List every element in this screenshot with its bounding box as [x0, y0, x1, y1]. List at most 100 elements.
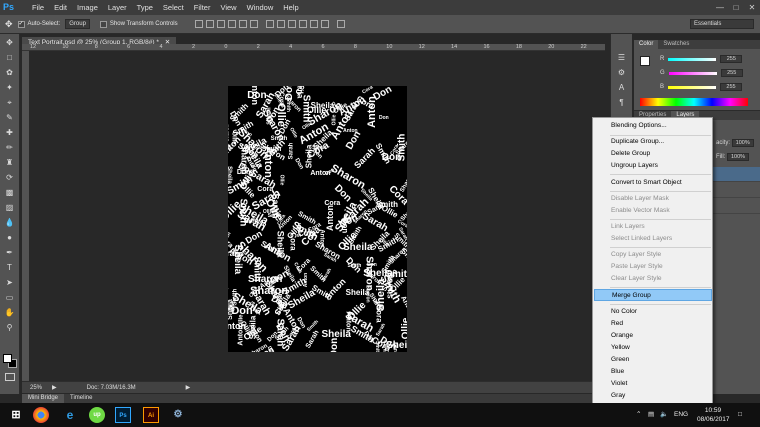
share-icon[interactable]: ▶	[52, 384, 57, 391]
path-select-tool-icon[interactable]: ➤	[3, 277, 17, 289]
workspace-dropdown[interactable]: Essentials	[690, 19, 754, 29]
menu-window[interactable]: Window	[242, 0, 279, 15]
eyedropper-tool-icon[interactable]: ✎	[3, 112, 17, 124]
menu-blending-options[interactable]: Blending Options...	[594, 120, 712, 132]
menu-color-orange[interactable]: Orange	[594, 330, 712, 342]
color-spectrum[interactable]	[640, 98, 748, 106]
fill-control[interactable]: Fill: 100%	[716, 153, 750, 161]
crop-tool-icon[interactable]: ⌖	[3, 97, 17, 109]
document-canvas[interactable]: Sarah Ollie Anton Don Don Sarah Sharon Don Anton…	[228, 86, 407, 352]
character-panel-icon[interactable]: A	[615, 82, 629, 94]
foreground-color-swatch[interactable]	[3, 354, 12, 363]
align-top-icon[interactable]	[194, 20, 203, 28]
tab-timeline[interactable]: Timeline	[64, 394, 98, 403]
align-center-icon[interactable]	[238, 20, 247, 28]
distribute-center-icon[interactable]	[309, 20, 318, 28]
brush-tool-icon[interactable]: ✏	[3, 142, 17, 154]
menu-color-yellow[interactable]: Yellow	[594, 342, 712, 354]
properties-panel-icon[interactable]: ⚙	[615, 67, 629, 79]
type-tool-icon[interactable]: T	[3, 262, 17, 274]
pen-tool-icon[interactable]: ✒	[3, 247, 17, 259]
blur-tool-icon[interactable]: 💧	[3, 217, 17, 229]
history-brush-icon[interactable]: ⟳	[3, 172, 17, 184]
menu-ungroup-layers[interactable]: Ungroup Layers	[594, 160, 712, 172]
auto-select-dropdown[interactable]: Group	[65, 19, 90, 29]
marquee-tool-icon[interactable]: □	[3, 52, 17, 64]
opacity-control[interactable]: acity: 100%	[716, 139, 754, 147]
menu-link-layers[interactable]: Link Layers	[594, 221, 712, 233]
menu-color-red[interactable]: Red	[594, 318, 712, 330]
auto-select-checkbox[interactable]: ✓ Auto-Select:	[17, 20, 60, 28]
green-value[interactable]: 255	[720, 69, 743, 77]
notifications-icon[interactable]: □	[738, 403, 742, 427]
opacity-value[interactable]: 100%	[731, 139, 754, 147]
move-tool-icon[interactable]: ✥	[5, 19, 13, 30]
red-slider[interactable]	[668, 57, 717, 61]
menu-select-linked-layers[interactable]: Select Linked Layers	[594, 233, 712, 245]
tab-mini-bridge[interactable]: Mini Bridge	[22, 394, 65, 403]
menu-image[interactable]: Image	[72, 0, 103, 15]
menu-color-gray[interactable]: Gray	[594, 390, 712, 402]
menu-color-blue[interactable]: Blue	[594, 366, 712, 378]
windows-start-icon[interactable]: ⊞	[8, 407, 24, 423]
red-value[interactable]: 255	[720, 55, 743, 63]
tray-up-icon[interactable]: ⌃	[636, 403, 641, 427]
auto-align-icon[interactable]	[336, 20, 345, 28]
edge-icon[interactable]: e	[62, 407, 78, 423]
photoshop-taskbar-icon[interactable]: Ps	[115, 407, 131, 423]
upwork-icon[interactable]: up	[89, 407, 105, 423]
distribute-left-icon[interactable]	[298, 20, 307, 28]
menu-edit[interactable]: Edit	[49, 0, 72, 15]
blue-value[interactable]: 255	[720, 83, 743, 91]
minimize-icon[interactable]: —	[712, 0, 728, 15]
shape-tool-icon[interactable]: ▭	[3, 292, 17, 304]
menu-select[interactable]: Select	[158, 0, 189, 15]
menu-color-green[interactable]: Green	[594, 354, 712, 366]
align-left-icon[interactable]	[227, 20, 236, 28]
menu-color-none[interactable]: No Color	[594, 306, 712, 318]
blue-slider[interactable]	[668, 85, 717, 89]
volume-icon[interactable]: 🔈	[660, 403, 668, 427]
menu-file[interactable]: File	[27, 0, 49, 15]
menu-filter[interactable]: Filter	[189, 0, 216, 15]
quick-select-tool-icon[interactable]: ✦	[3, 82, 17, 94]
menu-layer[interactable]: Layer	[103, 0, 132, 15]
tab-color[interactable]: Color	[634, 40, 659, 49]
menu-disable-layer-mask[interactable]: Disable Layer Mask	[594, 193, 712, 205]
zoom-tool-icon[interactable]: ⚲	[3, 322, 17, 334]
zoom-level[interactable]: 25%	[30, 385, 48, 391]
menu-copy-layer-style[interactable]: Copy Layer Style	[594, 249, 712, 261]
menu-color-violet[interactable]: Violet	[594, 378, 712, 390]
menu-paste-layer-style[interactable]: Paste Layer Style	[594, 261, 712, 273]
menu-merge-group[interactable]: Merge Group	[594, 289, 712, 301]
steam-icon[interactable]: ⚙	[170, 407, 186, 423]
paragraph-panel-icon[interactable]: ¶	[615, 97, 629, 109]
history-panel-icon[interactable]: ☰	[615, 52, 629, 64]
clock[interactable]: 10:59 08/06/2017	[697, 406, 730, 424]
menu-help[interactable]: Help	[278, 0, 303, 15]
quick-mask-icon[interactable]	[5, 373, 15, 381]
move-tool-icon[interactable]: ✥	[3, 37, 17, 49]
menu-type[interactable]: Type	[132, 0, 158, 15]
gradient-tool-icon[interactable]: ▨	[3, 202, 17, 214]
fill-value[interactable]: 100%	[727, 153, 750, 161]
menu-duplicate-group[interactable]: Duplicate Group...	[594, 136, 712, 148]
align-middle-icon[interactable]	[205, 20, 214, 28]
align-right-icon[interactable]	[249, 20, 258, 28]
network-icon[interactable]: ▤	[648, 403, 654, 427]
menu-clear-layer-style[interactable]: Clear Layer Style	[594, 273, 712, 285]
eraser-tool-icon[interactable]: ▩	[3, 187, 17, 199]
distribute-top-icon[interactable]	[265, 20, 274, 28]
illustrator-taskbar-icon[interactable]: Ai	[143, 407, 159, 423]
menu-enable-vector-mask[interactable]: Enable Vector Mask	[594, 205, 712, 217]
green-slider[interactable]	[668, 71, 717, 75]
align-bottom-icon[interactable]	[216, 20, 225, 28]
healing-tool-icon[interactable]: ✚	[3, 127, 17, 139]
distribute-middle-icon[interactable]	[276, 20, 285, 28]
close-icon[interactable]: ✕	[744, 0, 760, 15]
menu-convert-smart-object[interactable]: Convert to Smart Object	[594, 177, 712, 189]
distribute-bottom-icon[interactable]	[287, 20, 296, 28]
chrome-icon[interactable]	[33, 407, 49, 423]
color-foreground-swatch[interactable]	[640, 56, 650, 66]
input-language[interactable]: ENG	[674, 403, 688, 427]
